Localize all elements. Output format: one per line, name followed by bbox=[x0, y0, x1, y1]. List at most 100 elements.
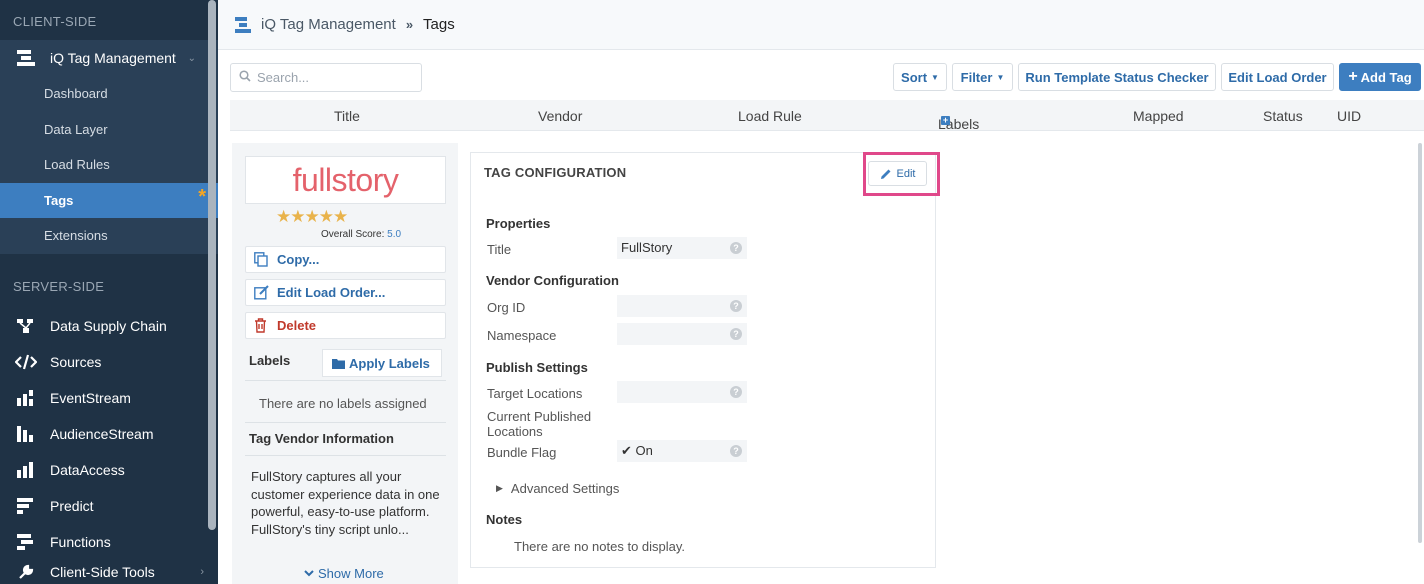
tag-management-icon bbox=[235, 16, 251, 33]
sidebar-item-load-rules[interactable]: Load Rules bbox=[0, 147, 218, 183]
server-side-section-label: SERVER-SIDE bbox=[13, 278, 105, 294]
sort-button[interactable]: Sort ▼ bbox=[893, 63, 947, 91]
run-template-status-checker-button[interactable]: Run Template Status Checker bbox=[1018, 63, 1216, 91]
nav-eventstream[interactable]: EventStream bbox=[0, 380, 218, 416]
chevron-down-icon bbox=[304, 570, 314, 577]
sidebar-item-extensions[interactable]: Extensions bbox=[0, 218, 218, 254]
edit-load-order-link-label: Edit Load Order... bbox=[277, 285, 386, 300]
title-field-label: Title bbox=[487, 242, 512, 257]
column-title[interactable]: Title bbox=[334, 108, 360, 124]
folder-icon bbox=[332, 358, 345, 369]
delete-button-label: Delete bbox=[277, 318, 317, 333]
nav-client-side-tools[interactable]: Client-Side Tools › bbox=[0, 560, 218, 584]
overall-score-value: 5.0 bbox=[387, 229, 402, 240]
caret-right-icon: ▶ bbox=[496, 483, 503, 493]
tag-detail-panel: fullstory ★★★★★ Overall Score: 5.0 Copy.… bbox=[232, 143, 458, 584]
sidebar-item-dashboard[interactable]: Dashboard bbox=[0, 76, 218, 112]
nav-data-supply-chain[interactable]: Data Supply Chain bbox=[0, 308, 218, 344]
bundle-flag-value: On bbox=[635, 443, 653, 458]
pencil-icon bbox=[880, 168, 892, 180]
add-tag-button[interactable]: + Add Tag bbox=[1339, 63, 1421, 91]
delete-button[interactable]: Delete bbox=[245, 312, 446, 339]
column-load-rule[interactable]: Load Rule bbox=[738, 108, 802, 124]
breadcrumb-root[interactable]: iQ Tag Management bbox=[261, 16, 396, 33]
nav-audiencestream-label: AudienceStream bbox=[50, 425, 154, 442]
add-label-filter-icon[interactable]: + bbox=[941, 116, 950, 125]
show-more-link[interactable]: Show More bbox=[304, 566, 384, 581]
nav-predict-label: Predict bbox=[50, 497, 94, 514]
wrench-icon bbox=[14, 563, 38, 581]
properties-heading: Properties bbox=[486, 216, 551, 231]
nav-iq-tag-management[interactable]: iQ Tag Management ⌄ bbox=[0, 40, 218, 76]
nav-dataaccess-label: DataAccess bbox=[50, 461, 125, 478]
search-input[interactable] bbox=[257, 70, 407, 85]
namespace-field[interactable]: ? bbox=[617, 323, 747, 345]
column-vendor[interactable]: Vendor bbox=[538, 108, 582, 124]
target-locations-label: Target Locations bbox=[487, 386, 583, 401]
edit-load-order-link[interactable]: Edit Load Order... bbox=[245, 279, 446, 306]
namespace-label: Namespace bbox=[487, 328, 557, 343]
edit-button-label: Edit bbox=[896, 167, 916, 180]
nav-dataaccess[interactable]: DataAccess bbox=[0, 452, 218, 488]
plus-icon: + bbox=[1348, 68, 1358, 85]
column-mapped[interactable]: Mapped bbox=[1133, 108, 1184, 124]
bundle-flag-field[interactable]: ✔ On ? bbox=[617, 440, 747, 462]
table-header: Title Vendor Load Rule Labels + Mapped St… bbox=[230, 100, 1424, 132]
search-box[interactable] bbox=[230, 63, 422, 92]
code-icon bbox=[14, 353, 38, 371]
client-side-section-label: CLIENT-SIDE bbox=[13, 14, 97, 29]
nav-sources[interactable]: Sources bbox=[0, 344, 218, 380]
search-icon bbox=[239, 70, 251, 85]
labels-heading: Labels bbox=[249, 353, 291, 368]
apply-labels-button[interactable]: Apply Labels bbox=[322, 349, 442, 377]
breadcrumb: iQ Tag Management » Tags bbox=[218, 0, 1424, 50]
no-labels-message: There are no labels assigned bbox=[259, 396, 427, 411]
column-status[interactable]: Status bbox=[1263, 108, 1303, 124]
tag-configuration-card: TAG CONFIGURATION Edit Properties Title … bbox=[470, 152, 940, 568]
sidebar: CLIENT-SIDE iQ Tag Management ⌄ Dashboar… bbox=[0, 0, 218, 584]
org-id-field[interactable]: ? bbox=[617, 295, 747, 317]
title-field[interactable]: FullStory ? bbox=[617, 237, 747, 259]
breadcrumb-current: Tags bbox=[423, 16, 455, 33]
vendor-logo: fullstory bbox=[245, 156, 446, 204]
nav-predict[interactable]: Predict bbox=[0, 488, 218, 524]
notes-heading: Notes bbox=[486, 512, 523, 527]
current-published-locations-label: Current Published Locations bbox=[487, 409, 592, 439]
sidebar-item-tags-label: Tags bbox=[44, 192, 74, 208]
sidebar-item-tags[interactable]: Tags * bbox=[0, 182, 218, 218]
vendor-description: FullStory captures all your customer exp… bbox=[251, 469, 440, 537]
help-icon[interactable]: ? bbox=[730, 386, 742, 398]
edit-button[interactable]: Edit bbox=[868, 161, 927, 186]
edit-square-icon bbox=[254, 285, 270, 301]
nav-functions[interactable]: Functions bbox=[0, 524, 218, 560]
sort-button-label: Sort bbox=[901, 69, 928, 85]
help-icon[interactable]: ? bbox=[730, 300, 742, 312]
column-uid[interactable]: UID bbox=[1337, 108, 1361, 124]
double-chevron-right-icon: » bbox=[405, 17, 414, 32]
overall-score-label: Overall Score: bbox=[321, 229, 385, 240]
copy-button[interactable]: Copy... bbox=[245, 246, 446, 273]
filter-button[interactable]: Filter ▼ bbox=[952, 63, 1013, 91]
content-scrollbar[interactable] bbox=[1418, 143, 1422, 543]
nav-audiencestream[interactable]: AudienceStream bbox=[0, 416, 218, 452]
edit-load-order-button[interactable]: Edit Load Order bbox=[1221, 63, 1334, 91]
bundle-flag-label: Bundle Flag bbox=[487, 445, 557, 460]
copy-button-label: Copy... bbox=[277, 252, 320, 267]
tag-configuration-title: TAG CONFIGURATION bbox=[484, 165, 627, 180]
sidebar-scrollbar[interactable] bbox=[208, 0, 216, 530]
unsaved-changes-icon: * bbox=[198, 185, 206, 208]
title-field-value: FullStory bbox=[621, 240, 673, 255]
caret-down-icon: ▼ bbox=[996, 72, 1005, 82]
advanced-settings-toggle[interactable]: ▶ Advanced Settings bbox=[496, 481, 619, 496]
help-icon[interactable]: ? bbox=[730, 242, 742, 254]
help-icon[interactable]: ? bbox=[730, 328, 742, 340]
caret-down-icon: ▼ bbox=[931, 72, 939, 82]
chevron-down-icon: ⌄ bbox=[187, 52, 196, 64]
sidebar-item-data-layer[interactable]: Data Layer bbox=[0, 111, 218, 147]
filter-button-label: Filter bbox=[960, 69, 993, 85]
data-supply-chain-icon bbox=[14, 317, 38, 335]
help-icon[interactable]: ? bbox=[730, 445, 742, 457]
divider bbox=[245, 380, 446, 381]
checkmark-icon: ✔ bbox=[621, 443, 632, 458]
target-locations-field[interactable]: ? bbox=[617, 381, 747, 403]
